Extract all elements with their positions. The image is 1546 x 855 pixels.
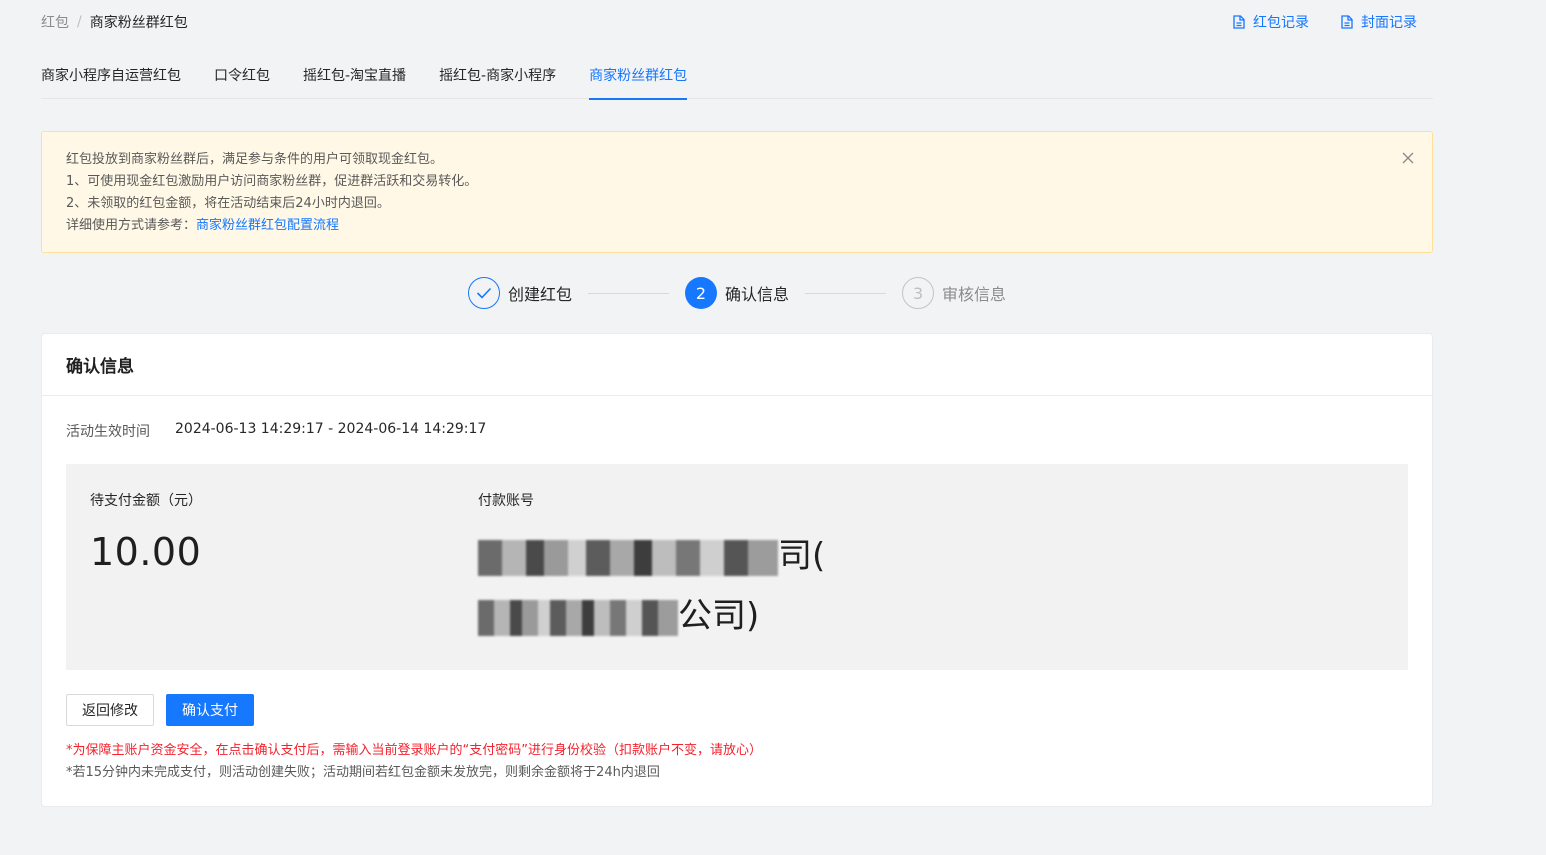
cover-records-label: 封面记录 [1361,15,1417,31]
card-header: 确认信息 [42,334,1432,396]
top-links: 红包记录 封面记录 [1233,12,1417,32]
step-create: 创建红包 [468,277,572,309]
account-suffix-1: 司( [778,536,826,576]
breadcrumb-root[interactable]: 红包 [41,12,69,32]
alert-reference-prefix: 详细使用方式请参考： [66,218,197,233]
step-create-label: 创建红包 [508,285,573,304]
tab-shake-miniprogram[interactable]: 摇红包-商家小程序 [439,64,556,99]
breadcrumb: 红包 / 商家粉丝群红包 [41,12,188,32]
account-suffix-2: 公司) [678,596,760,636]
amount-label: 待支付金额（元） [90,493,202,509]
redpacket-records-link[interactable]: 红包记录 [1233,12,1309,32]
payment-notes: *为保障主账户资金安全，在点击确认支付后，需输入当前登录账户的“支付密码”进行身… [66,740,762,784]
account-column: 付款账号 司( 公司) [478,490,838,646]
account-value: 司( 公司) [478,526,838,646]
tab-password-redpacket[interactable]: 口令红包 [214,64,270,99]
alert-line-4: 详细使用方式请参考：商家粉丝群红包配置流程 [66,215,1408,237]
timeout-note: *若15分钟内未完成支付，则活动创建失败；活动期间若红包金额未发放完，则剩余金额… [66,765,660,780]
card-title: 确认信息 [66,357,134,377]
step-confirm-label: 确认信息 [725,285,790,304]
activity-time-label: 活动生效时间 [66,424,150,440]
tab-bar: 商家小程序自运营红包 口令红包 摇红包-淘宝直播 摇红包-商家小程序 商家粉丝群… [41,64,1433,100]
step-review-label: 审核信息 [942,285,1007,304]
tab-miniprogram-self-operated[interactable]: 商家小程序自运营红包 [41,64,181,99]
file-icon [1341,15,1353,29]
info-alert: 红包投放到商家粉丝群后，满足参与条件的用户可领取现金红包。 1、可使用现金红包激… [41,131,1433,253]
step-confirm-number: 2 [685,277,718,309]
back-edit-button[interactable]: 返回修改 [66,694,154,726]
step-review-number: 3 [902,277,935,309]
redacted-mosaic [478,539,778,576]
close-icon[interactable] [1400,150,1416,166]
confirm-info-card: 确认信息 活动生效时间 2024-06-13 14:29:17 - 2024-0… [41,333,1433,807]
activity-time-value: 2024-06-13 14:29:17 - 2024-06-14 14:29:1… [175,421,487,437]
file-icon [1233,15,1245,29]
redacted-mosaic [478,599,678,636]
tab-shake-taobao-live[interactable]: 摇红包-淘宝直播 [303,64,406,99]
confirm-pay-button[interactable]: 确认支付 [166,694,254,726]
breadcrumb-current: 商家粉丝群红包 [89,15,188,31]
alert-line-2: 1、可使用现金红包激励用户访问商家粉丝群，促进群活跃和交易转化。 [66,174,478,189]
security-note: *为保障主账户资金安全，在点击确认支付后，需输入当前登录账户的“支付密码”进行身… [66,743,762,758]
activity-time-row: 活动生效时间 2024-06-13 14:29:17 - 2024-06-14 … [66,421,486,441]
progress-steps: 创建红包 2 确认信息 3 审核信息 [468,276,1006,310]
payment-summary: 待支付金额（元） 10.00 付款账号 司( 公司) [66,464,1408,670]
step-connector [588,292,670,294]
tab-fan-group-redpacket[interactable]: 商家粉丝群红包 [589,64,688,100]
step-connector [805,292,887,294]
account-label: 付款账号 [478,493,534,509]
breadcrumb-separator: / [77,14,82,30]
amount-column: 待支付金额（元） 10.00 [90,490,202,574]
config-guide-link[interactable]: 商家粉丝群红包配置流程 [196,218,339,233]
check-icon [476,287,492,299]
amount-value: 10.00 [90,530,202,574]
redpacket-records-label: 红包记录 [1253,15,1309,31]
step-review: 3 审核信息 [902,277,1006,309]
alert-line-3: 2、未领取的红包金额，将在活动结束后24小时内退回。 [66,196,390,211]
alert-line-1: 红包投放到商家粉丝群后，满足参与条件的用户可领取现金红包。 [66,152,444,167]
action-buttons: 返回修改 确认支付 [66,694,254,726]
cover-records-link[interactable]: 封面记录 [1341,12,1417,32]
step-create-circle [468,277,500,309]
step-confirm: 2 确认信息 [685,277,789,309]
top-bar: 红包 / 商家粉丝群红包 红包记录 封面记录 商家小程序自运营红包 口令红包 摇… [0,0,1546,100]
